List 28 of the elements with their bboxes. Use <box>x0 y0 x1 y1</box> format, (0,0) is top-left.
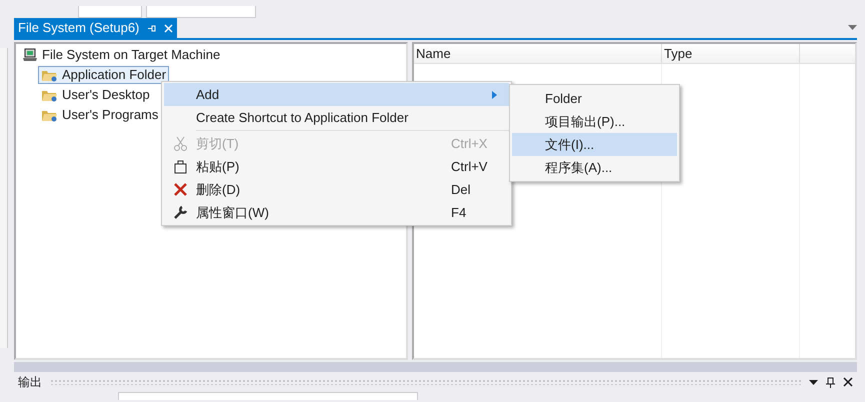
menu-item[interactable]: Create Shortcut to Application Folder <box>164 106 509 129</box>
computer-icon <box>22 48 38 62</box>
tree-item[interactable]: User's Programs <box>38 106 162 124</box>
menu-item[interactable]: 程序集(A)... <box>512 156 677 179</box>
tree-item[interactable]: User's Desktop <box>38 86 153 104</box>
column-header[interactable]: Type <box>662 44 800 63</box>
folder-icon <box>41 68 58 82</box>
submenu-arrow-icon <box>492 90 497 98</box>
folder-icon <box>41 108 58 122</box>
clipboard-icon <box>172 159 188 174</box>
scissors-icon <box>172 136 188 151</box>
column-header[interactable]: Name <box>414 44 662 63</box>
tree-item[interactable]: Application Folder <box>38 66 170 84</box>
menu-item[interactable]: Add <box>164 83 509 106</box>
pin-icon[interactable] <box>826 376 835 388</box>
tree-item[interactable]: File System on Target Machine <box>42 45 220 65</box>
wrench-icon <box>172 205 188 220</box>
menu-item[interactable]: 属性窗口(W) F4 <box>164 201 509 224</box>
dropdown-arrow-icon[interactable] <box>809 380 818 384</box>
menu-item[interactable]: 项目输出(P)... <box>512 110 677 133</box>
menu-item[interactable]: Folder <box>512 87 677 110</box>
menu-item[interactable]: 文件(I)... <box>512 133 677 156</box>
panel-title: 输出 <box>18 374 42 391</box>
x-icon <box>172 182 188 197</box>
menu-item[interactable]: 删除(D) Del <box>164 178 509 201</box>
close-icon[interactable] <box>843 377 853 387</box>
folder-icon <box>41 88 58 102</box>
menu-item[interactable]: 粘贴(P) Ctrl+V <box>164 155 509 178</box>
